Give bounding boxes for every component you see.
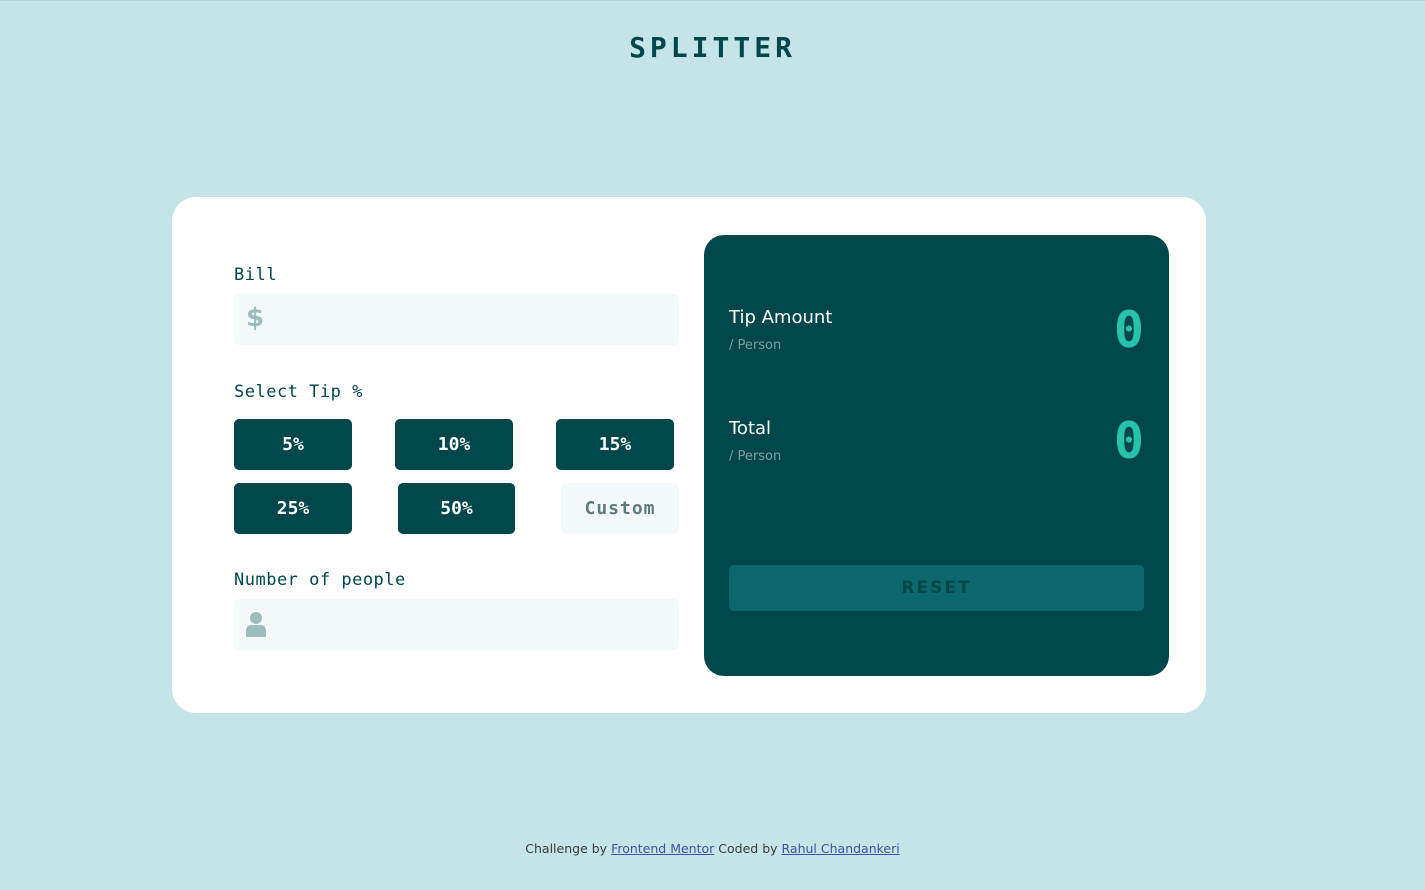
bill-field: $ <box>234 294 679 345</box>
tip-amount-sub: / Person <box>729 338 782 353</box>
coded-prefix: Coded by <box>718 841 778 856</box>
author-link[interactable]: Rahul Chandankeri <box>782 841 900 856</box>
custom-tip-field <box>561 483 679 534</box>
tip-amount-label: Tip Amount <box>729 307 833 328</box>
reset-button[interactable]: RESET <box>729 565 1144 611</box>
attribution-footer: Challenge by Frontend Mentor Coded by Ra… <box>0 841 1425 856</box>
bill-input[interactable] <box>234 294 679 345</box>
custom-tip-input[interactable] <box>561 483 679 534</box>
select-tip-label: Select Tip % <box>234 382 363 402</box>
tip-amount-value: 0 <box>1113 301 1144 359</box>
people-input[interactable] <box>234 599 679 650</box>
bill-label: Bill <box>234 265 277 285</box>
tip-25-button[interactable]: 25% <box>234 483 352 534</box>
frontend-mentor-link[interactable]: Frontend Mentor <box>611 841 714 856</box>
app-logo: SPLITTER <box>629 31 796 64</box>
calculator-card: Bill $ Select Tip % 5% 10% 15% 25% 50% N… <box>172 197 1206 713</box>
total-value: 0 <box>1113 412 1144 470</box>
people-field <box>234 599 679 650</box>
tip-50-button[interactable]: 50% <box>398 483 515 534</box>
total-label: Total <box>729 418 772 439</box>
challenge-prefix: Challenge by <box>525 841 608 856</box>
tip-10-button[interactable]: 10% <box>395 419 513 470</box>
tip-5-button[interactable]: 5% <box>234 419 352 470</box>
result-panel: Tip Amount / Person 0 Total / Person 0 R… <box>704 235 1169 676</box>
total-sub: / Person <box>729 449 782 464</box>
tip-15-button[interactable]: 15% <box>556 419 674 470</box>
people-label: Number of people <box>234 570 406 590</box>
